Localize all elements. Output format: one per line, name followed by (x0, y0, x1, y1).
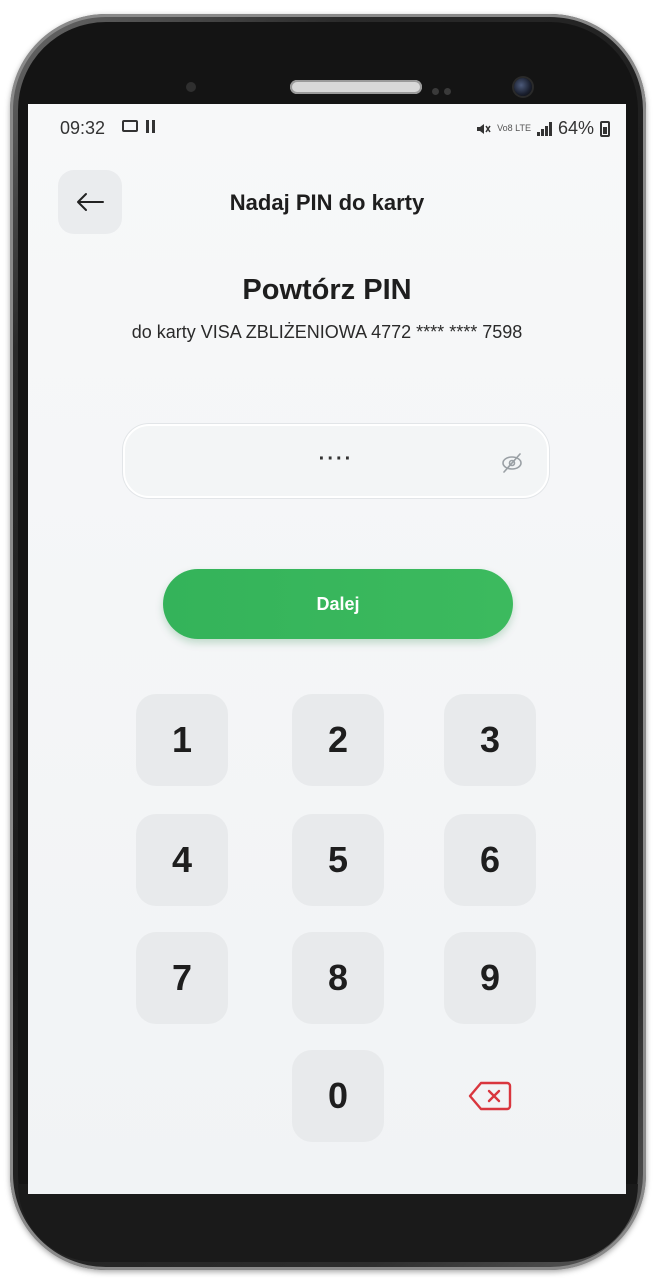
sensor-dots (432, 82, 462, 95)
page-header: Nadaj PIN do karty (28, 166, 626, 236)
proximity-sensor (186, 82, 196, 92)
status-time: 09:32 (60, 118, 106, 138)
pin-input[interactable]: ···· (123, 424, 549, 498)
pause-notification-icon (146, 120, 156, 134)
pin-masked-value: ···· (318, 448, 354, 470)
card-description: do karty VISA ZBLIŻENIOWA 4772 **** ****… (131, 322, 523, 342)
key-1[interactable]: 1 (136, 694, 228, 786)
key-0[interactable]: 0 (292, 1050, 384, 1142)
app-screen: 09:32 Vo8 LTE 64% Nadaj PIN do karty Pow… (28, 104, 626, 1194)
bottom-bezel (18, 1184, 638, 1262)
image-notification-icon (122, 120, 138, 132)
earpiece-speaker (290, 80, 422, 94)
battery-percent: 64% (557, 118, 594, 138)
key-2[interactable]: 2 (292, 694, 384, 786)
eye-off-icon[interactable] (499, 450, 525, 476)
page-title: Nadaj PIN do karty (229, 190, 425, 215)
mute-icon (477, 123, 491, 134)
network-type-label: Vo8 LTE (497, 123, 531, 133)
delete-key[interactable] (444, 1050, 536, 1142)
status-bar: 09:32 Vo8 LTE 64% (28, 104, 626, 154)
signal-strength-icon (536, 121, 552, 136)
key-4[interactable]: 4 (136, 814, 228, 906)
key-7[interactable]: 7 (136, 932, 228, 1024)
pin-heading: Powtórz PIN (242, 274, 412, 306)
key-3[interactable]: 3 (444, 694, 536, 786)
key-5[interactable]: 5 (292, 814, 384, 906)
next-button[interactable]: Dalej (163, 569, 513, 639)
front-camera (514, 78, 532, 96)
key-6[interactable]: 6 (444, 814, 536, 906)
backspace-icon (468, 1081, 512, 1111)
key-8[interactable]: 8 (292, 932, 384, 1024)
battery-icon (600, 120, 610, 137)
status-indicators: Vo8 LTE 64% (475, 118, 610, 139)
key-9[interactable]: 9 (444, 932, 536, 1024)
